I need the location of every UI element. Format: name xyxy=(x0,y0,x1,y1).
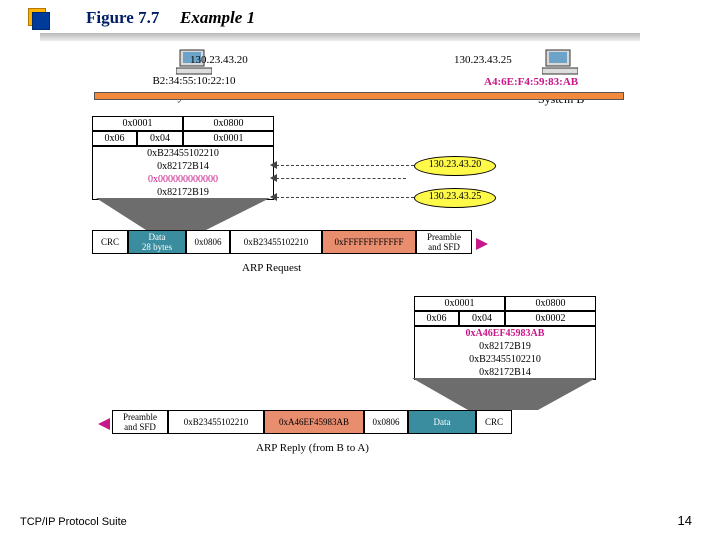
page-number: 14 xyxy=(678,513,692,528)
footer-text: TCP/IP Protocol Suite xyxy=(20,516,127,528)
dash-arrow-head xyxy=(270,161,277,169)
rep-spa: 0x82172B19 xyxy=(415,340,595,353)
slide-bullet xyxy=(28,8,50,30)
req-tha: 0x000000000000 xyxy=(93,173,273,186)
computer-icon xyxy=(542,48,578,76)
req-sha: 0xB23455102210 xyxy=(93,147,273,160)
encapsulation-trapezoid xyxy=(408,378,608,412)
req-ptype: 0x0800 xyxy=(183,116,274,131)
req-spa: 0x82172B14 xyxy=(93,160,273,173)
diagram: 130.23.43.20 B2:34:55:10:22:10 System A … xyxy=(92,48,632,498)
request-caption: ARP Request xyxy=(242,262,301,274)
figure-title: Example 1 xyxy=(180,8,255,28)
frame-pre-l2: and SFD xyxy=(419,242,469,252)
frame-pre-l1: Preamble xyxy=(419,232,469,242)
frame-type: 0x0806 xyxy=(364,410,408,434)
rep-op: 0x0002 xyxy=(505,311,596,326)
frame-preamble: Preamble and SFD xyxy=(416,230,472,254)
req-op: 0x0001 xyxy=(183,131,274,146)
host-b-ip: 130.23.43.25 xyxy=(454,54,512,66)
arp-reply-packet: 0x0001 0x0800 0x06 0x04 0x0002 0xA46EF45… xyxy=(414,296,596,380)
frame-type: 0x0806 xyxy=(186,230,230,254)
frame-dst-mac: 0xFFFFFFFFFFFF xyxy=(322,230,416,254)
dash-arrow xyxy=(276,165,414,166)
host-b-mac: A4:6E:F4:59:83:AB xyxy=(484,76,578,88)
frame-crc: CRC xyxy=(476,410,512,434)
rep-plen: 0x04 xyxy=(459,311,505,326)
frame-crc: CRC xyxy=(92,230,128,254)
figure-number: Figure 7.7 xyxy=(86,8,159,28)
arrow-right-icon xyxy=(476,238,488,250)
frame-data: Data 28 bytes xyxy=(128,230,186,254)
rep-htype: 0x0001 xyxy=(414,296,505,311)
host-system-b: 130.23.43.25 A4:6E:F4:59:83:AB System B xyxy=(460,48,610,76)
arrow-left-icon xyxy=(98,418,110,430)
frame-pre-l1: Preamble xyxy=(115,412,165,422)
frame-src-mac: 0xA46EF45983AB xyxy=(264,410,364,434)
dash-arrow xyxy=(276,197,414,198)
rep-ptype: 0x0800 xyxy=(505,296,596,311)
req-htype: 0x0001 xyxy=(92,116,183,131)
frame-pre-l2: and SFD xyxy=(115,422,165,432)
title-underline xyxy=(40,33,640,41)
rep-tha: 0xB23455102210 xyxy=(415,353,595,366)
frame-src-mac: 0xB23455102210 xyxy=(230,230,322,254)
req-hlen: 0x06 xyxy=(92,131,137,146)
host-a-mac: B2:34:55:10:22:10 xyxy=(134,75,254,87)
frame-preamble: Preamble and SFD xyxy=(112,410,168,434)
network-link xyxy=(94,92,624,100)
arp-request-packet: 0x0001 0x0800 0x06 0x04 0x0001 0xB234551… xyxy=(92,116,274,200)
ethernet-request-frame: CRC Data 28 bytes 0x0806 0xB23455102210 … xyxy=(92,230,472,254)
ethernet-reply-frame: Preamble and SFD 0xB23455102210 0xA46EF4… xyxy=(112,410,512,434)
highlight-sender-ip: 130.23.43.20 xyxy=(414,156,496,176)
dash-arrow xyxy=(276,178,406,179)
dash-arrow-head xyxy=(270,174,277,182)
frame-data: Data xyxy=(408,410,476,434)
rep-sha: 0xA46EF45983AB xyxy=(415,327,595,340)
frame-data-l2: 28 bytes xyxy=(131,242,183,252)
reply-caption: ARP Reply (from B to A) xyxy=(256,442,369,454)
req-plen: 0x04 xyxy=(137,131,183,146)
frame-data-l1: Data xyxy=(131,232,183,242)
host-a-ip: 130.23.43.20 xyxy=(190,54,248,66)
rep-hlen: 0x06 xyxy=(414,311,459,326)
encapsulation-trapezoid xyxy=(92,198,292,232)
highlight-target-ip: 130.23.43.25 xyxy=(414,188,496,208)
frame-dst-mac: 0xB23455102210 xyxy=(168,410,264,434)
